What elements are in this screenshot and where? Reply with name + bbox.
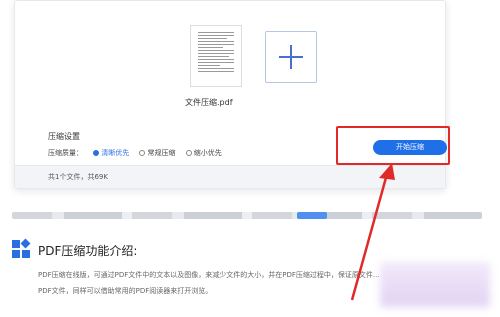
red-arrow — [350, 163, 395, 301]
arrow-shaft — [350, 173, 389, 301]
arrow-head — [379, 163, 395, 180]
